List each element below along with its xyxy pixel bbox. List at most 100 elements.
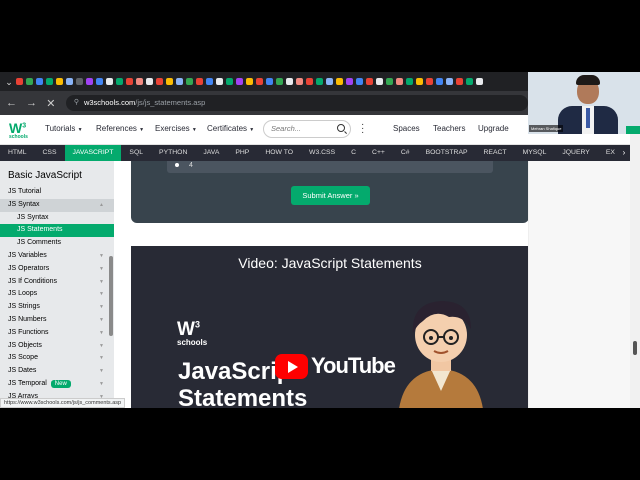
w3schools-logo[interactable]: W3 schools [9,120,28,140]
menu-tutorials[interactable]: Tutorials ▼ [45,124,83,133]
tab-favicon-icon[interactable] [216,78,223,85]
lang-sql[interactable]: SQL [121,145,151,161]
sidebar-item-js-scope[interactable]: JS Scope ▼ [0,352,114,365]
tab-favicon-icon[interactable] [346,78,353,85]
sidebar-subitem-js-statements[interactable]: JS Statements [0,224,114,238]
link-teachers[interactable]: Teachers [433,124,465,133]
tab-favicon-icon[interactable] [206,78,213,85]
menu-certificates[interactable]: Certificates ▼ [207,124,254,133]
link-spaces[interactable]: Spaces [393,124,420,133]
lang-javascript[interactable]: JAVASCRIPT [64,145,122,161]
lang-css[interactable]: CSS [35,145,65,161]
tab-favicon-icon[interactable] [376,78,383,85]
tab-favicon-icon[interactable] [26,78,33,85]
lang-c[interactable]: C [343,145,364,161]
tab-favicon-icon[interactable] [56,78,63,85]
lang-mysql[interactable]: MYSQL [515,145,555,161]
tab-favicon-icon[interactable] [66,78,73,85]
lang-html[interactable]: HTML [0,145,35,161]
lang-cpp[interactable]: C++ [364,145,393,161]
tab-favicon-icon[interactable] [466,78,473,85]
tab-favicon-icon[interactable] [116,78,123,85]
sidebar-item-js-if-conditions[interactable]: JS If Conditions ▼ [0,276,114,289]
sidebar-item-js-functions[interactable]: JS Functions ▼ [0,327,114,340]
tab-favicon-icon[interactable] [316,78,323,85]
lang-bootstrap[interactable]: BOOTSTRAP [418,145,476,161]
sidebar-item-js-objects[interactable]: JS Objects ▼ [0,340,114,353]
link-upgrade[interactable]: Upgrade [478,124,509,133]
sidebar-subitem-js-syntax[interactable]: JS Syntax [0,212,114,225]
tab-favicon-icon[interactable] [266,78,273,85]
sidebar-item-js-strings[interactable]: JS Strings ▼ [0,301,114,314]
video-panel[interactable]: Video: JavaScript Statements W3 schools J… [131,246,529,408]
submit-answer-button[interactable]: Submit Answer » [291,186,370,205]
browser-tab-strip[interactable]: ⌄ [0,72,528,91]
forward-arrow-icon[interactable]: → [26,97,37,109]
tab-favicon-icon[interactable] [226,78,233,85]
search-input[interactable]: Search... [263,120,351,138]
page-scrollbar[interactable] [630,115,640,408]
tab-favicon-icon[interactable] [326,78,333,85]
menu-references[interactable]: References ▼ [96,124,144,133]
tab-favicon-icon[interactable] [76,78,83,85]
answer-option[interactable]: 4 [167,161,493,173]
sidebar-scrollbar[interactable] [109,256,113,336]
tab-favicon-icon[interactable] [306,78,313,85]
tab-search-icon[interactable]: ⌄ [4,77,14,87]
tab-favicon-icon[interactable] [436,78,443,85]
tab-favicon-icon[interactable] [296,78,303,85]
tab-favicon-icon[interactable] [416,78,423,85]
lang-howto[interactable]: HOW TO [257,145,301,161]
youtube-play-button[interactable]: YouTube [275,353,396,379]
tab-favicon-icon[interactable] [366,78,373,85]
tab-favicon-icon[interactable] [286,78,293,85]
tab-favicon-icon[interactable] [86,78,93,85]
sidebar-item-js-numbers[interactable]: JS Numbers ▼ [0,314,114,327]
tab-favicon-icon[interactable] [186,78,193,85]
tab-favicon-icon[interactable] [406,78,413,85]
tab-favicon-icon[interactable] [336,78,343,85]
lang-w3css[interactable]: W3.CSS [301,145,343,161]
sidebar-item-js-temporal[interactable]: JS Temporal New ▼ [0,378,114,391]
menu-exercises[interactable]: Exercises ▼ [155,124,197,133]
tab-favicon-icon[interactable] [46,78,53,85]
tab-favicon-icon[interactable] [446,78,453,85]
lang-react[interactable]: REACT [476,145,515,161]
tab-favicon-icon[interactable] [176,78,183,85]
tab-favicon-icon[interactable] [166,78,173,85]
lang-jquery[interactable]: JQUERY [554,145,597,161]
tab-favicon-icon[interactable] [276,78,283,85]
tab-favicon-icon[interactable] [126,78,133,85]
sidebar-item-js-loops[interactable]: JS Loops ▼ [0,288,114,301]
sidebar-item-js-syntax[interactable]: JS Syntax ▲ [0,198,114,212]
url-field[interactable]: ⚲ w3schools.com/js/js_statements.asp [65,95,528,111]
tab-favicon-icon[interactable] [246,78,253,85]
radio-icon[interactable] [175,163,179,167]
tab-favicon-icon[interactable] [136,78,143,85]
tab-favicon-icon[interactable] [36,78,43,85]
stop-icon[interactable]: ✕ [46,97,56,110]
page-scrollbar-thumb[interactable] [633,341,637,355]
tab-favicon-icon[interactable] [106,78,113,85]
sidebar-item-js-variables[interactable]: JS Variables ▼ [0,250,114,263]
back-arrow-icon[interactable]: ← [6,97,17,109]
tab-favicon-icon[interactable] [476,78,483,85]
tab-favicon-icon[interactable] [156,78,163,85]
lang-php[interactable]: PHP [227,145,257,161]
tab-favicon-icon[interactable] [426,78,433,85]
lang-java[interactable]: JAVA [195,145,227,161]
tab-favicon-icon[interactable] [386,78,393,85]
tab-favicon-icon[interactable] [236,78,243,85]
tab-favicon-icon[interactable] [196,78,203,85]
more-menu-icon[interactable]: · · · [361,120,364,138]
lang-csharp[interactable]: C# [393,145,418,161]
sidebar-subitem-js-comments[interactable]: JS Comments [0,237,114,250]
tab-favicon-icon[interactable] [256,78,263,85]
tab-favicon-icon[interactable] [456,78,463,85]
lang-python[interactable]: PYTHON [151,145,195,161]
sidebar-item-js-tutorial[interactable]: JS Tutorial [0,186,114,199]
tab-favicon-icon[interactable] [356,78,363,85]
tab-favicon-icon[interactable] [146,78,153,85]
sidebar-item-js-dates[interactable]: JS Dates ▼ [0,365,114,378]
play-icon[interactable] [275,353,308,379]
